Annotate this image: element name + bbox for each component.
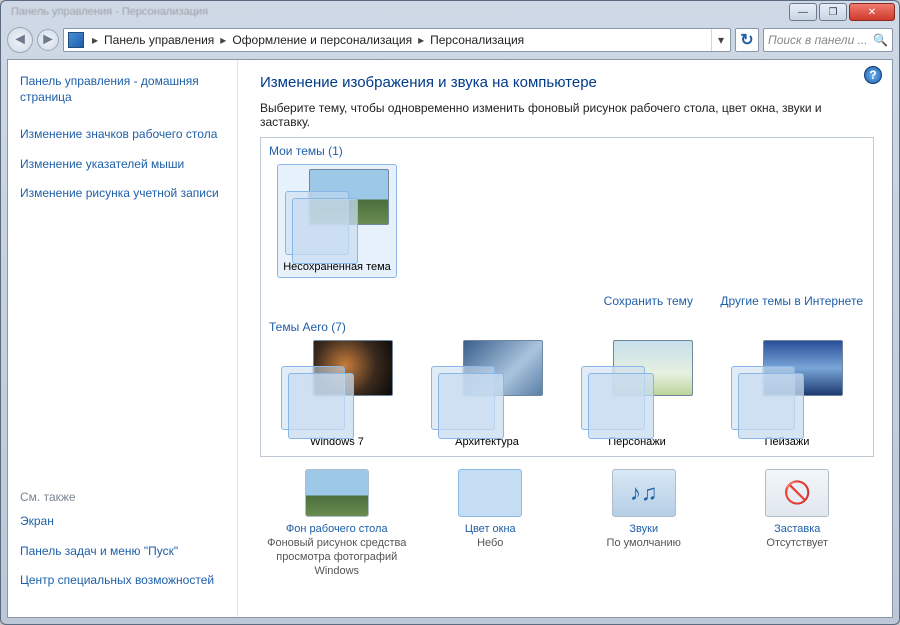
glass-preview: [285, 191, 349, 255]
search-placeholder: Поиск в панели ...: [768, 33, 868, 47]
screensaver-setting[interactable]: 🚫 Заставка Отсутствует: [722, 469, 872, 578]
address-dropdown[interactable]: ▾: [711, 29, 730, 51]
setting-value: Фоновый рисунок средства просмотра фотог…: [267, 537, 406, 577]
setting-value: Отсутствует: [766, 537, 828, 549]
screensaver-icon: 🚫: [765, 469, 829, 517]
minimize-button[interactable]: —: [789, 3, 817, 21]
breadcrumb[interactable]: Панель управления: [102, 33, 216, 47]
maximize-button[interactable]: ❐: [819, 3, 847, 21]
control-panel-icon: [68, 32, 84, 48]
settings-row: Фон рабочего стола Фоновый рисунок средс…: [260, 469, 874, 578]
theme-item-characters[interactable]: Персонажи: [577, 340, 697, 448]
breadcrumb[interactable]: Персонализация: [428, 33, 526, 47]
page-title: Изменение изображения и звука на компьют…: [260, 74, 874, 91]
setting-label: Фон рабочего стола: [262, 523, 412, 535]
theme-actions: Сохранить тему Другие темы в Интернете: [261, 288, 873, 314]
sidebar-link-account-pic[interactable]: Изменение рисунка учетной записи: [20, 186, 225, 202]
sound-icon: ♪♫: [612, 469, 676, 517]
aero-themes-row: Windows 7 Архитектура Персонажи Пейзажи: [261, 336, 873, 457]
help-icon[interactable]: ?: [864, 66, 882, 84]
breadcrumb-sep: ▸: [88, 33, 102, 47]
setting-label: Цвет окна: [415, 523, 565, 535]
navbar: ◄ ► ▸ Панель управления ▸ Оформление и п…: [7, 23, 893, 57]
see-also-header: См. также: [20, 490, 225, 504]
search-icon: 🔍: [873, 33, 888, 47]
desktop-background-setting[interactable]: Фон рабочего стола Фоновый рисунок средс…: [262, 469, 412, 578]
theme-item-architecture[interactable]: Архитектура: [427, 340, 547, 448]
sidebar-link-icons[interactable]: Изменение значков рабочего стола: [20, 127, 225, 143]
refresh-button[interactable]: ↻: [735, 28, 759, 52]
color-preview-icon: [458, 469, 522, 517]
see-also-taskbar[interactable]: Панель задач и меню "Пуск": [20, 544, 225, 560]
bg-preview-icon: [305, 469, 369, 517]
main-panel: ? Изменение изображения и звука на компь…: [238, 60, 892, 617]
save-theme-link[interactable]: Сохранить тему: [604, 294, 693, 308]
forward-button[interactable]: ►: [37, 29, 59, 51]
breadcrumb-sep: ▸: [216, 33, 230, 47]
sounds-setting[interactable]: ♪♫ Звуки По умолчанию: [569, 469, 719, 578]
window-buttons: — ❐ ✕: [789, 3, 895, 21]
breadcrumb-sep: ▸: [414, 33, 428, 47]
see-also-ease[interactable]: Центр специальных возможностей: [20, 573, 225, 589]
my-themes-row: Несохраненная тема: [261, 160, 873, 288]
more-themes-link[interactable]: Другие темы в Интернете: [720, 294, 863, 308]
close-button[interactable]: ✕: [849, 3, 895, 21]
see-also-display[interactable]: Экран: [20, 514, 225, 530]
theme-thumb: [285, 169, 389, 255]
my-themes-header: Мои темы (1): [261, 138, 873, 160]
breadcrumb[interactable]: Оформление и персонализация: [230, 33, 414, 47]
setting-label: Заставка: [722, 523, 872, 535]
theme-item-landscapes[interactable]: Пейзажи: [727, 340, 847, 448]
titlebar[interactable]: Панель управления - Персонализация — ❐ ✕: [1, 1, 899, 23]
back-button[interactable]: ◄: [7, 27, 33, 53]
sidebar-link-pointers[interactable]: Изменение указателей мыши: [20, 157, 225, 173]
sidebar-home[interactable]: Панель управления - домашняя страница: [20, 74, 225, 105]
window-title: Панель управления - Персонализация: [5, 6, 789, 18]
setting-value: По умолчанию: [607, 537, 681, 549]
client-area: Панель управления - домашняя страница Из…: [7, 59, 893, 618]
see-also: См. также Экран Панель задач и меню "Пус…: [20, 490, 225, 603]
search-input[interactable]: Поиск в панели ... 🔍: [763, 28, 893, 52]
setting-value: Небо: [477, 537, 503, 549]
aero-themes-header: Темы Aero (7): [261, 314, 873, 336]
themes-list: Мои темы (1) Несохраненная тема Сохранит…: [260, 137, 874, 457]
setting-label: Звуки: [569, 523, 719, 535]
window-color-setting[interactable]: Цвет окна Небо: [415, 469, 565, 578]
sidebar: Панель управления - домашняя страница Из…: [8, 60, 238, 617]
page-description: Выберите тему, чтобы одновременно измени…: [260, 101, 874, 129]
theme-item-windows7[interactable]: Windows 7: [277, 340, 397, 448]
theme-item-unsaved[interactable]: Несохраненная тема: [277, 164, 397, 278]
window: Панель управления - Персонализация — ❐ ✕…: [0, 0, 900, 625]
address-bar[interactable]: ▸ Панель управления ▸ Оформление и персо…: [63, 28, 731, 52]
